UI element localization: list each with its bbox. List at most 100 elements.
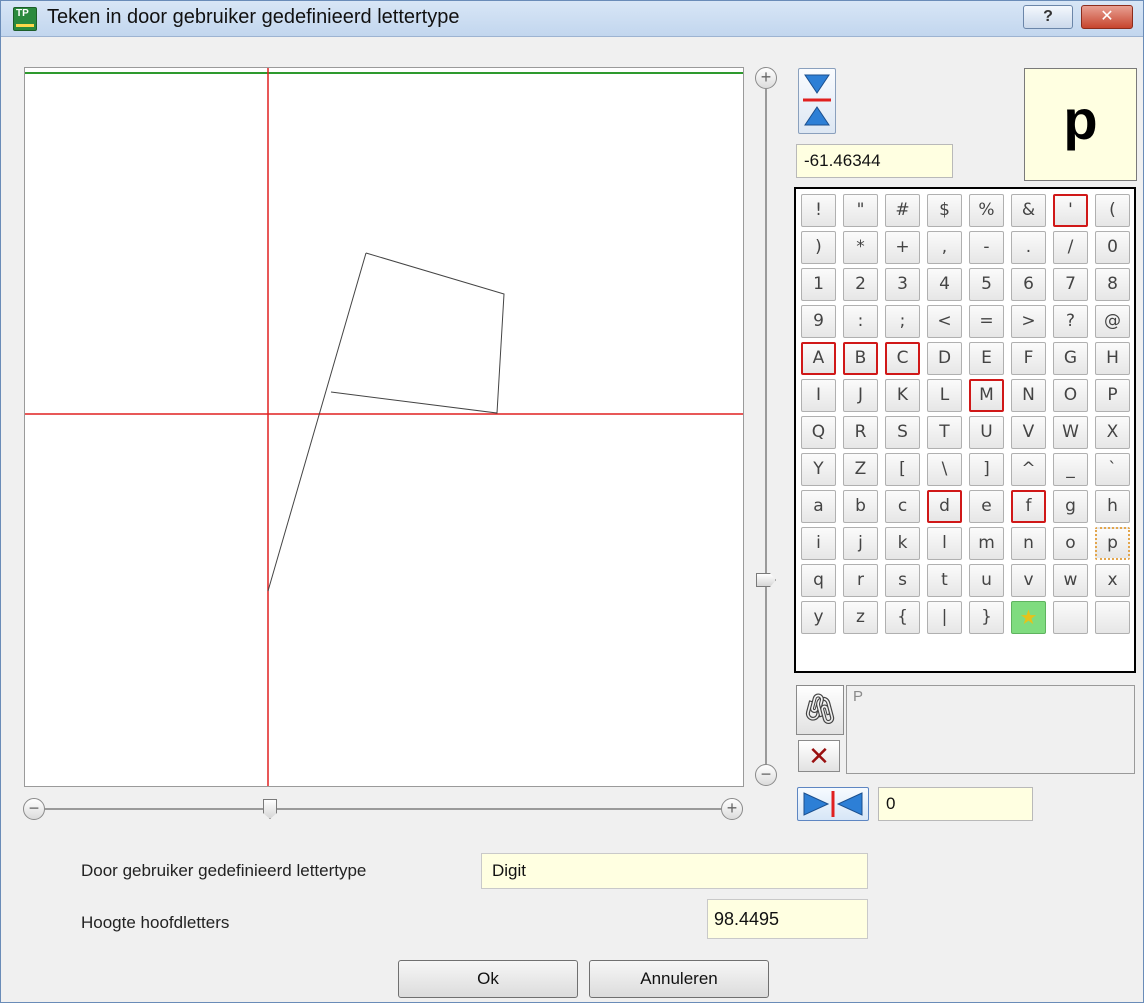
char-key[interactable]: J bbox=[843, 379, 878, 412]
char-key[interactable]: { bbox=[885, 601, 920, 634]
horizontal-zoom-track[interactable] bbox=[45, 808, 721, 810]
char-key[interactable]: h bbox=[1095, 490, 1130, 523]
char-key[interactable]: ^ bbox=[1011, 453, 1046, 486]
char-key[interactable]: w bbox=[1053, 564, 1088, 597]
char-key[interactable]: x bbox=[1095, 564, 1130, 597]
char-key[interactable]: \ bbox=[927, 453, 962, 486]
char-key[interactable]: O bbox=[1053, 379, 1088, 412]
char-key[interactable]: 7 bbox=[1053, 268, 1088, 301]
horizontal-zoom-in-button[interactable]: + bbox=[721, 798, 743, 820]
vertical-zoom-track[interactable] bbox=[765, 89, 767, 765]
char-key[interactable]: E bbox=[969, 342, 1004, 375]
char-key[interactable]: Y bbox=[801, 453, 836, 486]
char-key[interactable]: m bbox=[969, 527, 1004, 560]
char-key[interactable]: X bbox=[1095, 416, 1130, 449]
char-key[interactable]: o bbox=[1053, 527, 1088, 560]
char-key[interactable]: _ bbox=[1053, 453, 1088, 486]
char-key[interactable]: f bbox=[1011, 490, 1046, 523]
char-key[interactable]: / bbox=[1053, 231, 1088, 264]
char-key[interactable]: , bbox=[927, 231, 962, 264]
char-key[interactable]: 6 bbox=[1011, 268, 1046, 301]
char-key[interactable]: ! bbox=[801, 194, 836, 227]
char-key[interactable]: ) bbox=[801, 231, 836, 264]
char-key[interactable]: 2 bbox=[843, 268, 878, 301]
char-key[interactable]: n bbox=[1011, 527, 1046, 560]
vertical-zoom-thumb[interactable] bbox=[756, 573, 776, 587]
char-key[interactable]: i bbox=[801, 527, 836, 560]
horizontal-zoom-out-button[interactable]: − bbox=[23, 798, 45, 820]
char-key[interactable]: Q bbox=[801, 416, 836, 449]
cap-height-field[interactable]: 98.4495 bbox=[707, 899, 868, 939]
char-key[interactable]: t bbox=[927, 564, 962, 597]
glyph-canvas[interactable] bbox=[24, 67, 744, 787]
char-key[interactable]: B bbox=[843, 342, 878, 375]
char-key[interactable]: u bbox=[969, 564, 1004, 597]
vertical-zoom-out-button[interactable]: − bbox=[755, 764, 777, 786]
char-key[interactable] bbox=[1095, 601, 1130, 634]
help-button[interactable]: ? bbox=[1023, 5, 1073, 29]
char-key[interactable]: S bbox=[885, 416, 920, 449]
char-key[interactable]: " bbox=[843, 194, 878, 227]
char-key[interactable]: y bbox=[801, 601, 836, 634]
offset-field[interactable]: -61.46344 bbox=[796, 144, 953, 178]
char-key[interactable]: 0 bbox=[1095, 231, 1130, 264]
char-key[interactable]: ( bbox=[1095, 194, 1130, 227]
char-key[interactable]: a bbox=[801, 490, 836, 523]
char-key[interactable]: 9 bbox=[801, 305, 836, 338]
char-key[interactable]: q bbox=[801, 564, 836, 597]
char-key[interactable]: C bbox=[885, 342, 920, 375]
char-key[interactable]: 1 bbox=[801, 268, 836, 301]
char-key[interactable]: ] bbox=[969, 453, 1004, 486]
char-key[interactable]: P bbox=[1095, 379, 1130, 412]
char-key[interactable]: : bbox=[843, 305, 878, 338]
char-key[interactable]: $ bbox=[927, 194, 962, 227]
char-key[interactable]: U bbox=[969, 416, 1004, 449]
char-key[interactable]: b bbox=[843, 490, 878, 523]
char-key[interactable]: } bbox=[969, 601, 1004, 634]
char-key[interactable]: - bbox=[969, 231, 1004, 264]
char-key[interactable]: F bbox=[1011, 342, 1046, 375]
star-icon[interactable]: ★ bbox=[1011, 601, 1046, 634]
vertical-align-button[interactable] bbox=[798, 68, 836, 134]
char-key[interactable]: V bbox=[1011, 416, 1046, 449]
ok-button[interactable]: Ok bbox=[398, 960, 578, 998]
char-key[interactable]: . bbox=[1011, 231, 1046, 264]
delete-x-icon[interactable]: ✕ bbox=[798, 740, 840, 772]
char-key[interactable]: g bbox=[1053, 490, 1088, 523]
char-key[interactable]: ; bbox=[885, 305, 920, 338]
paperclip-icon[interactable]: 🖇 bbox=[796, 685, 844, 735]
char-key[interactable]: + bbox=[885, 231, 920, 264]
rotation-field[interactable]: 0 bbox=[878, 787, 1033, 821]
char-key[interactable]: # bbox=[885, 194, 920, 227]
char-key[interactable]: d bbox=[927, 490, 962, 523]
attached-text-box[interactable]: P bbox=[846, 685, 1135, 774]
char-key[interactable]: T bbox=[927, 416, 962, 449]
char-key[interactable]: & bbox=[1011, 194, 1046, 227]
char-key[interactable]: > bbox=[1011, 305, 1046, 338]
char-key[interactable]: = bbox=[969, 305, 1004, 338]
char-key[interactable]: c bbox=[885, 490, 920, 523]
char-key[interactable]: 5 bbox=[969, 268, 1004, 301]
char-key[interactable]: A bbox=[801, 342, 836, 375]
char-key[interactable]: r bbox=[843, 564, 878, 597]
char-key[interactable]: 3 bbox=[885, 268, 920, 301]
char-key[interactable]: l bbox=[927, 527, 962, 560]
char-key[interactable]: ' bbox=[1053, 194, 1088, 227]
char-key[interactable]: z bbox=[843, 601, 878, 634]
char-key[interactable]: s bbox=[885, 564, 920, 597]
close-button[interactable]: ✕ bbox=[1081, 5, 1133, 29]
char-key[interactable]: < bbox=[927, 305, 962, 338]
char-key[interactable]: H bbox=[1095, 342, 1130, 375]
char-key[interactable]: e bbox=[969, 490, 1004, 523]
mirror-button[interactable] bbox=[797, 787, 869, 821]
char-key[interactable]: v bbox=[1011, 564, 1046, 597]
vertical-zoom-in-button[interactable]: + bbox=[755, 67, 777, 89]
char-key[interactable]: K bbox=[885, 379, 920, 412]
char-key[interactable]: [ bbox=[885, 453, 920, 486]
char-key[interactable]: 8 bbox=[1095, 268, 1130, 301]
char-key[interactable]: | bbox=[927, 601, 962, 634]
char-key[interactable]: p bbox=[1095, 527, 1130, 560]
char-key[interactable]: M bbox=[969, 379, 1004, 412]
cancel-button[interactable]: Annuleren bbox=[589, 960, 769, 998]
char-key[interactable]: ` bbox=[1095, 453, 1130, 486]
